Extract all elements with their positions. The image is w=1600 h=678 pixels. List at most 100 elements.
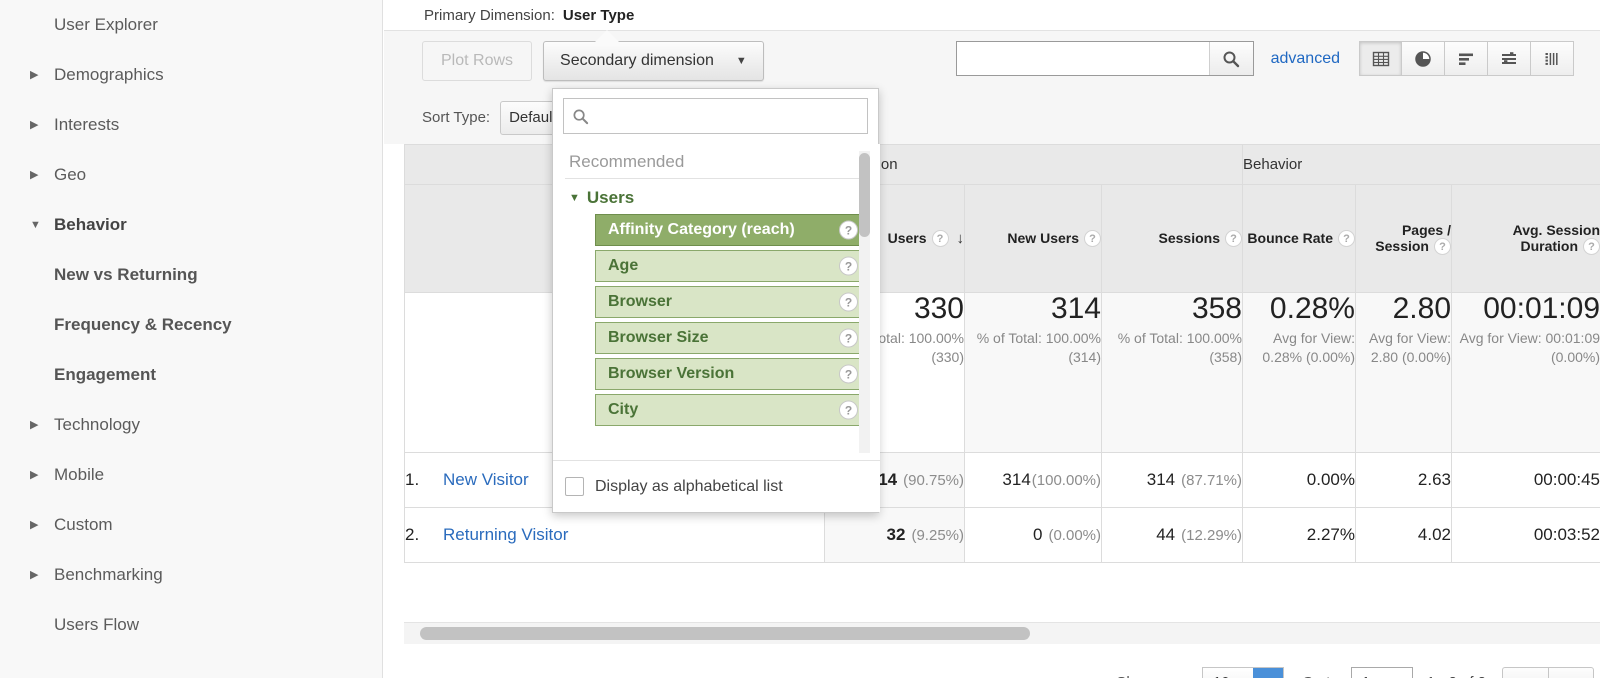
pivot-view-button[interactable] bbox=[1531, 41, 1574, 76]
pie-view-button[interactable] bbox=[1402, 41, 1445, 76]
row-sessions-pct: (87.71%) bbox=[1181, 472, 1242, 489]
search-button[interactable] bbox=[1208, 42, 1253, 75]
chevron-up-icon[interactable]: ▲ bbox=[1252, 668, 1283, 678]
sidebar-item-label: Geo bbox=[54, 165, 87, 184]
sidebar-item-demographics[interactable]: ▶ Demographics bbox=[0, 50, 382, 100]
chevron-right-icon: › bbox=[1569, 674, 1574, 678]
table-pagination-footer: Show rows: 10 ▲ Go to: 1 1 - 2 of 2 ‹ › bbox=[384, 652, 1600, 678]
sidebar-item-users-flow[interactable]: Users Flow bbox=[0, 600, 382, 650]
alphabetical-list-checkbox[interactable] bbox=[565, 477, 584, 496]
row-link-returning-visitor[interactable]: Returning Visitor bbox=[443, 525, 568, 544]
table-row[interactable]: 2. Returning Visitor 32 (9.25%) 0 (0.00%) 4… bbox=[404, 507, 1600, 563]
row-users-pct: (9.25%) bbox=[911, 527, 964, 544]
next-page-button[interactable]: › bbox=[1548, 666, 1594, 678]
table-view-button[interactable] bbox=[1359, 41, 1402, 76]
goto-page-input[interactable]: 1 bbox=[1350, 667, 1413, 678]
chevron-right-icon: ▶ bbox=[30, 418, 39, 431]
advanced-search-link[interactable]: advanced bbox=[1271, 50, 1340, 68]
sidebar-item-benchmarking[interactable]: ▶ Benchmarking bbox=[0, 550, 382, 600]
search-input[interactable] bbox=[956, 42, 1209, 75]
performance-view-button[interactable] bbox=[1445, 41, 1488, 76]
column-header-avg-session-duration[interactable]: Avg. Session Duration? bbox=[1450, 184, 1600, 293]
column-header-sessions[interactable]: Sessions? bbox=[1101, 184, 1243, 293]
column-header-bounce-rate[interactable]: Bounce Rate? bbox=[1242, 184, 1356, 293]
row-new-users-value: 314 bbox=[1002, 470, 1031, 489]
sidebar-item-new-vs-returning[interactable]: New vs Returning bbox=[0, 250, 382, 300]
alphabetical-list-label: Display as alphabetical list bbox=[595, 477, 783, 495]
row-avg-duration-cell: 00:00:45 bbox=[1450, 452, 1600, 508]
help-icon[interactable]: ? bbox=[839, 220, 858, 240]
help-icon[interactable]: ? bbox=[1338, 230, 1355, 248]
search-icon bbox=[573, 109, 589, 124]
chevron-down-icon: ▼ bbox=[735, 55, 747, 67]
previous-page-button[interactable]: ‹ bbox=[1502, 666, 1548, 678]
summary-value: 2.80 bbox=[1392, 292, 1451, 325]
pie-chart-icon bbox=[1415, 50, 1431, 67]
sidebar-item-geo[interactable]: ▶ Geo bbox=[0, 150, 382, 200]
sidebar-item-user-explorer[interactable]: User Explorer bbox=[0, 0, 382, 50]
column-header-new-users[interactable]: New Users? bbox=[964, 184, 1102, 293]
view-mode-group bbox=[1359, 41, 1574, 76]
dropdown-search-input[interactable] bbox=[589, 100, 859, 132]
dropdown-search-box[interactable] bbox=[563, 98, 868, 134]
summary-pages-session-cell: 2.80 Avg for View: 2.80 (0.00%) bbox=[1355, 292, 1452, 453]
help-icon[interactable]: ? bbox=[1434, 238, 1451, 256]
dropdown-item-browser[interactable]: Browser ? bbox=[595, 286, 868, 318]
sidebar-item-technology[interactable]: ▶ Technology bbox=[0, 400, 382, 450]
primary-dimension-value[interactable]: User Type bbox=[563, 7, 634, 24]
show-rows-select[interactable]: 10 ▲ bbox=[1201, 667, 1284, 678]
table-search-box[interactable] bbox=[955, 41, 1254, 76]
sidebar-item-label: Custom bbox=[54, 515, 113, 534]
dropdown-item-label: Browser Size bbox=[608, 329, 709, 347]
dropdown-item-browser-size[interactable]: Browser Size ? bbox=[595, 322, 868, 354]
analytics-report-page: User Explorer ▶ Demographics ▶ Interests… bbox=[0, 0, 1600, 678]
plot-rows-button[interactable]: Plot Rows bbox=[422, 41, 533, 81]
sidebar-item-interests[interactable]: ▶ Interests bbox=[0, 100, 382, 150]
help-icon[interactable]: ? bbox=[1583, 238, 1600, 256]
show-rows-label: Show rows: bbox=[1116, 674, 1194, 678]
dropdown-group-users[interactable]: ▼ Users bbox=[565, 186, 868, 214]
chevron-right-icon: ▶ bbox=[30, 68, 39, 81]
bar-list-icon bbox=[1459, 53, 1473, 65]
dropdown-item-browser-version[interactable]: Browser Version ? bbox=[595, 358, 868, 390]
dropdown-item-city[interactable]: City ? bbox=[595, 394, 868, 426]
dropdown-item-age[interactable]: Age ? bbox=[595, 250, 868, 282]
row-bounce-rate-cell: 0.00% bbox=[1242, 452, 1356, 508]
sidebar-item-custom[interactable]: ▶ Custom bbox=[0, 500, 382, 550]
summary-subtext: Avg for View: 00:01:09 (0.00%) bbox=[1459, 329, 1600, 366]
help-icon[interactable]: ? bbox=[1225, 230, 1242, 248]
help-icon[interactable]: ? bbox=[839, 256, 858, 276]
secondary-dimension-dropdown: Recommended ▼ Users Affinity Category (r… bbox=[552, 88, 880, 513]
row-sessions-cell: 44 (12.29%) bbox=[1101, 507, 1243, 563]
sort-type-value: Default bbox=[509, 109, 557, 126]
chevron-right-icon: ▶ bbox=[30, 568, 39, 581]
result-range-text: 1 - 2 of 2 bbox=[1427, 674, 1486, 678]
sidebar-item-label: User Explorer bbox=[54, 15, 158, 34]
secondary-dimension-button[interactable]: Secondary dimension ▼ bbox=[543, 41, 764, 81]
scrollbar-thumb[interactable] bbox=[420, 627, 1030, 640]
row-sessions-value: 44 bbox=[1156, 525, 1176, 544]
sidebar-item-behavior[interactable]: ▼ Behavior bbox=[0, 200, 382, 250]
row-link-new-visitor[interactable]: New Visitor bbox=[443, 470, 529, 489]
comparison-view-button[interactable] bbox=[1488, 41, 1531, 76]
help-icon[interactable]: ? bbox=[839, 400, 858, 420]
sidebar-item-label: Technology bbox=[54, 415, 141, 434]
sidebar-item-engagement[interactable]: Engagement bbox=[0, 350, 382, 400]
table-horizontal-scrollbar[interactable] bbox=[404, 622, 1600, 644]
help-icon[interactable]: ? bbox=[839, 292, 858, 312]
sidebar-item-label: Demographics bbox=[54, 65, 164, 84]
sidebar-item-mobile[interactable]: ▶ Mobile bbox=[0, 450, 382, 500]
summary-value: 00:01:09 bbox=[1483, 292, 1600, 325]
dropdown-scrollbar[interactable] bbox=[859, 151, 870, 453]
help-icon[interactable]: ? bbox=[839, 328, 858, 348]
help-icon[interactable]: ? bbox=[839, 364, 858, 384]
dropdown-item-label: Browser bbox=[608, 293, 673, 311]
help-icon[interactable]: ? bbox=[931, 230, 949, 248]
dropdown-item-label: Browser Version bbox=[608, 365, 735, 383]
scrollbar-thumb[interactable] bbox=[859, 153, 870, 237]
column-header-pages-session[interactable]: Pages / Session? bbox=[1355, 184, 1452, 293]
sidebar-item-frequency-recency[interactable]: Frequency & Recency bbox=[0, 300, 382, 350]
row-sessions-value: 314 bbox=[1146, 470, 1176, 489]
help-icon[interactable]: ? bbox=[1084, 230, 1101, 248]
dropdown-item-affinity-category[interactable]: Affinity Category (reach) ? bbox=[595, 214, 868, 246]
